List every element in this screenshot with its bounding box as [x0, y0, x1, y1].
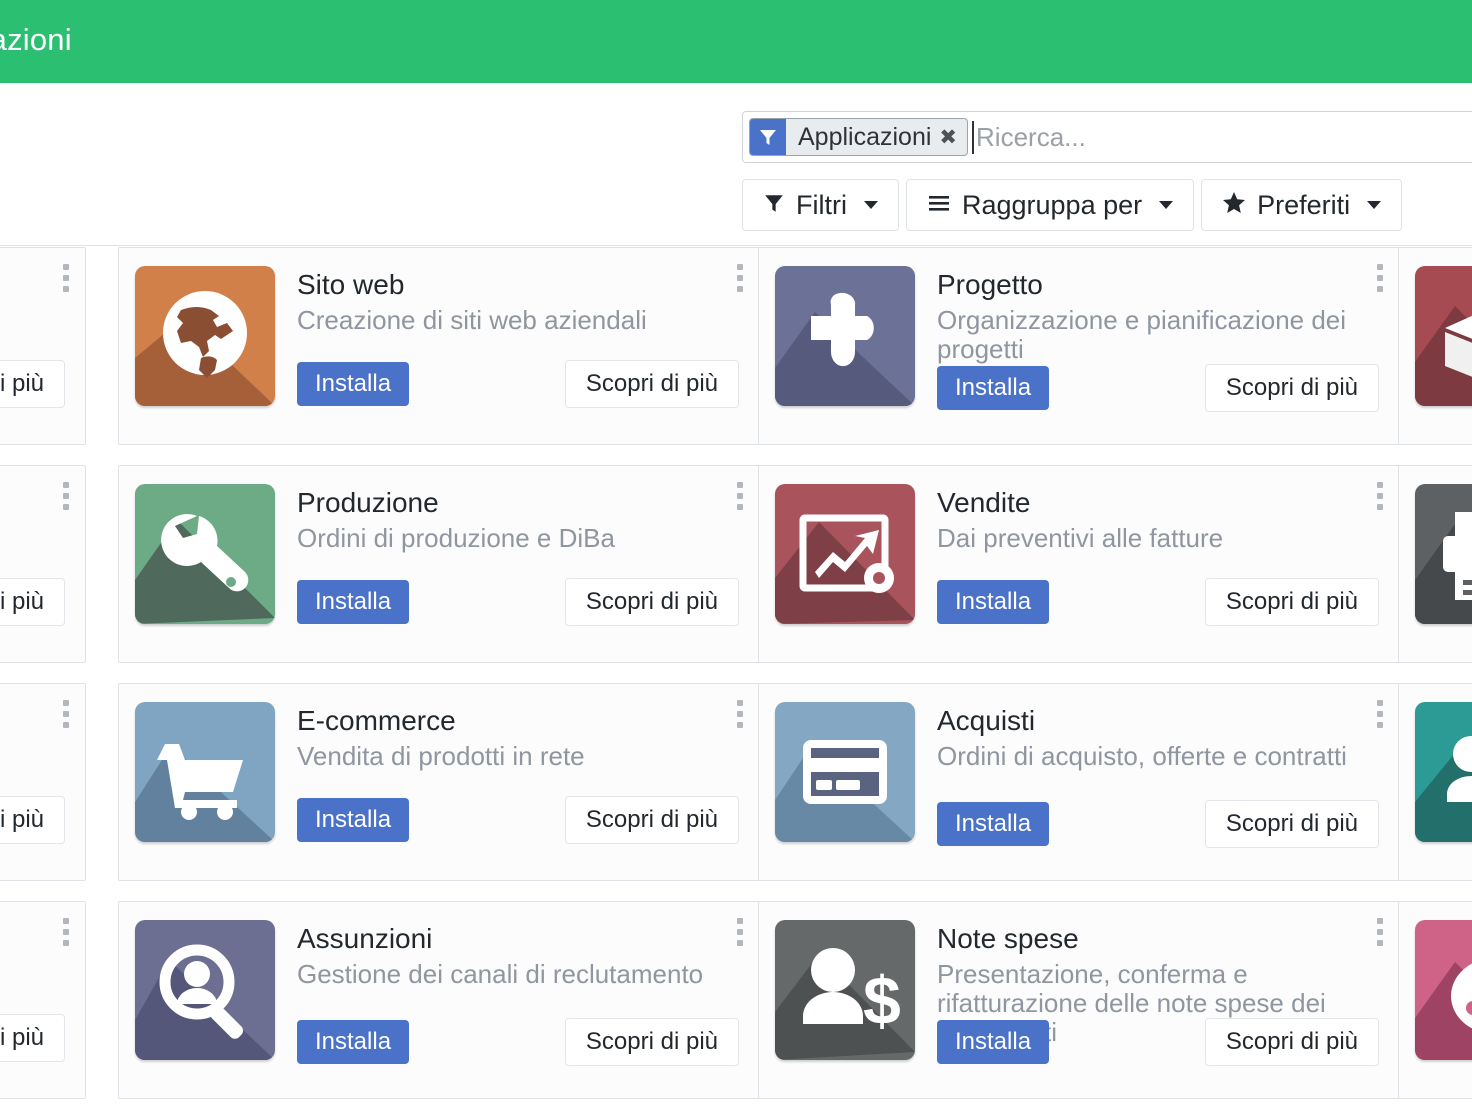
app-card-produzione[interactable]: Produzione Ordini di produzione e DiBa I… — [118, 465, 760, 663]
learn-more-button[interactable]: Scopri di più — [564, 795, 739, 844]
svg-text:$: $ — [863, 963, 901, 1039]
learn-more-button[interactable]: Scopri di più — [1204, 363, 1379, 412]
install-button[interactable]: Installa — [297, 579, 410, 624]
kanban-column-a: Sito web Creazione di siti web aziendali… — [118, 247, 760, 1104]
kanban-column-partial-right — [1398, 247, 1472, 1104]
app-card-acquisti[interactable]: Acquisti Ordini di acquisto, offerte e c… — [758, 683, 1400, 881]
kanban-column-b: Progetto Organizzazione e pianificazione… — [758, 247, 1400, 1104]
favorites-label: Preferiti — [1257, 189, 1351, 220]
app-description: Vendita di prodotti in rete — [297, 740, 585, 771]
learn-more-button[interactable]: Scopri di più — [564, 1017, 739, 1066]
install-button[interactable]: Installa — [297, 361, 410, 406]
filters-label: Filtri — [796, 189, 847, 220]
app-card-progetto[interactable]: Progetto Organizzazione e pianificazione… — [758, 247, 1400, 445]
app-name: Sito web — [297, 269, 405, 300]
app-header-bar: Applicazioni — [0, 0, 1472, 83]
wrench-icon — [135, 484, 275, 624]
kanban-column-partial-left: usura di più di più — [0, 247, 86, 1104]
app-card[interactable] — [1398, 683, 1472, 881]
app-card-e-commerce[interactable]: E-commerce Vendita di prodotti in rete I… — [118, 683, 760, 881]
install-button[interactable]: Installa — [937, 1019, 1050, 1064]
install-button[interactable]: Installa — [297, 797, 410, 842]
app-name: Progetto — [937, 269, 1043, 300]
learn-more-button[interactable]: Scopri di più — [564, 577, 739, 626]
favorites-button[interactable]: Preferiti — [1201, 179, 1403, 231]
person-dollar-icon: $ — [775, 920, 915, 1060]
app-name: Produzione — [297, 487, 439, 518]
list-icon — [927, 190, 951, 221]
person-search-icon — [135, 920, 275, 1060]
search-input[interactable]: Ricerca... — [974, 122, 1086, 153]
learn-more-button[interactable]: Scopri di più — [1204, 577, 1379, 626]
install-button[interactable]: Installa — [937, 801, 1050, 846]
app-card-note-spese[interactable]: $ Note spese Presentazione, conferma e r… — [758, 901, 1400, 1099]
app-name: Vendite — [937, 487, 1031, 518]
app-card[interactable] — [1398, 901, 1472, 1099]
app-name: Note spese — [937, 923, 1079, 954]
app-card[interactable]: di più — [0, 465, 86, 663]
app-description: Organizzazione e pianificazione dei prog… — [937, 304, 1347, 364]
install-button[interactable]: Installa — [937, 579, 1050, 624]
app-name: E-commerce — [297, 705, 456, 736]
control-panel: Applicazioni ✖ Ricerca... Filtri Raggrup… — [0, 83, 1472, 246]
app-card-sito-web[interactable]: Sito web Creazione di siti web aziendali… — [118, 247, 760, 445]
control-panel-buttons: Filtri Raggruppa per Preferiti — [742, 179, 1409, 231]
chevron-down-icon — [1159, 201, 1174, 209]
learn-more-button[interactable]: di più — [0, 1013, 65, 1062]
apps-kanban-grid: usura di più di più — [0, 247, 1472, 1104]
search-bar[interactable]: Applicazioni ✖ Ricerca... — [742, 111, 1472, 163]
chevron-down-icon — [1367, 201, 1382, 209]
app-card[interactable] — [1398, 247, 1472, 445]
app-description-fragment: usura — [0, 306, 69, 335]
globe-icon — [135, 266, 275, 406]
search-facet-applicazioni[interactable]: Applicazioni ✖ — [749, 118, 969, 156]
app-card-vendite[interactable]: Vendite Dai preventivi alle fatture Inst… — [758, 465, 1400, 663]
app-description: Dai preventivi alle fatture — [937, 522, 1224, 553]
learn-more-button[interactable]: di più — [0, 795, 65, 844]
app-card[interactable] — [1398, 465, 1472, 663]
app-description: Creazione di siti web aziendali — [297, 304, 647, 335]
app-name: Acquisti — [937, 705, 1036, 736]
app-description: Ordini di acquisto, offerte e contratti — [937, 740, 1347, 771]
app-description: Gestione dei canali di reclutamento — [297, 958, 704, 989]
credit-card-icon — [775, 702, 915, 842]
people-icon — [1415, 702, 1472, 842]
learn-more-button[interactable]: Scopri di più — [1204, 1017, 1379, 1066]
filter-icon — [763, 190, 785, 221]
install-button[interactable]: Installa — [297, 1019, 410, 1064]
app-card-assunzioni[interactable]: Assunzioni Gestione dei canali di reclut… — [118, 901, 760, 1099]
learn-more-button[interactable]: di più — [0, 577, 65, 626]
filter-icon — [750, 119, 786, 155]
sales-chart-icon — [775, 484, 915, 624]
app-description: Ordini di produzione e DiBa — [297, 522, 615, 553]
close-icon[interactable]: ✖ — [937, 119, 967, 155]
filters-button[interactable]: Filtri — [742, 179, 899, 231]
learn-more-button[interactable]: Scopri di più — [1204, 799, 1379, 848]
star-icon — [1222, 190, 1246, 221]
install-button[interactable]: Installa — [937, 365, 1050, 410]
groupby-button[interactable]: Raggruppa per — [905, 179, 1195, 231]
page-title: Applicazioni — [0, 22, 72, 57]
app-card[interactable]: usura di più — [0, 247, 86, 445]
box-icon — [1415, 266, 1472, 406]
app-card[interactable]: di più — [0, 901, 86, 1099]
shopping-cart-icon — [135, 702, 275, 842]
app-card[interactable]: con i di più — [0, 683, 86, 881]
printer-icon — [1415, 484, 1472, 624]
learn-more-button[interactable]: di più — [0, 359, 65, 408]
learn-more-button[interactable]: Scopri di più — [564, 359, 739, 408]
app-name: Assunzioni — [297, 923, 433, 954]
groupby-label: Raggruppa per — [961, 189, 1143, 220]
app-description-fragment: con i — [0, 742, 69, 771]
puzzle-icon — [775, 266, 915, 406]
search-facet-label: Applicazioni — [798, 122, 932, 151]
chevron-down-icon — [863, 201, 878, 209]
cow-icon — [1415, 920, 1472, 1060]
